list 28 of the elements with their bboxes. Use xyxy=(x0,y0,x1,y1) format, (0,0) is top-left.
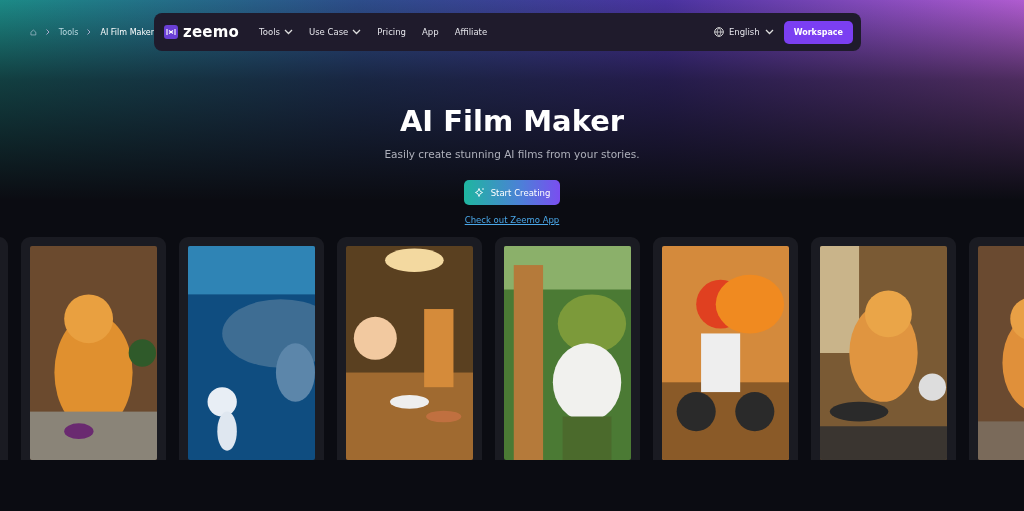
video-card[interactable] xyxy=(495,237,640,460)
logo-text[interactable]: zeemo xyxy=(183,23,239,41)
video-card[interactable] xyxy=(179,237,324,460)
chevron-right-icon xyxy=(87,28,92,35)
sparkle-icon xyxy=(473,187,485,198)
video-card[interactable] xyxy=(21,237,166,460)
page-title: AI Film Maker xyxy=(399,104,625,140)
chevron-down-icon xyxy=(764,29,774,35)
globe-icon xyxy=(713,27,724,37)
nav-link[interactable]: Pricing xyxy=(377,27,406,37)
nav-link[interactable]: Affiliate xyxy=(454,27,488,37)
workspace-button[interactable]: Workspace xyxy=(783,20,853,44)
video-card[interactable] xyxy=(337,237,482,460)
breadcrumb-link[interactable]: Tools xyxy=(58,27,79,37)
chevron-right-icon xyxy=(45,28,50,35)
zeemo-app-link[interactable]: Check out Zeemo App xyxy=(464,215,560,225)
logo-icon[interactable] xyxy=(164,25,178,39)
start-creating-button[interactable]: Start Creating xyxy=(463,180,561,205)
nav-link[interactable]: Use Case xyxy=(308,27,362,37)
breadcrumb-link[interactable]: AI Film Maker xyxy=(100,27,154,37)
video-card[interactable] xyxy=(811,237,956,460)
nav-link[interactable]: App xyxy=(422,27,439,37)
nav-link[interactable]: Tools xyxy=(259,27,293,37)
chevron-down-icon xyxy=(283,29,293,35)
chevron-down-icon xyxy=(352,29,362,35)
video-card[interactable] xyxy=(653,237,798,460)
page-subtitle: Easily create stunning AI films from your stories. xyxy=(384,148,640,160)
language-selector[interactable]: English xyxy=(728,27,774,37)
